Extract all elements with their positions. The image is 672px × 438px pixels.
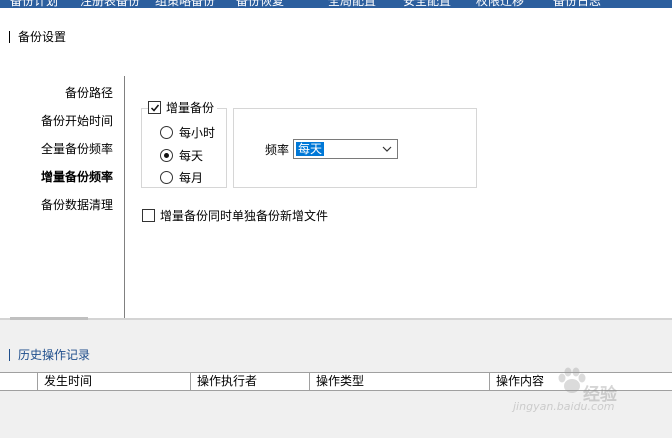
- separate-new-files-checkbox[interactable]: 增量备份同时单独备份新增文件: [142, 207, 328, 224]
- radio-monthly-label: 每月: [179, 171, 204, 185]
- frequency-label: 频率: [265, 143, 290, 157]
- radio-unselected-icon: [160, 126, 173, 139]
- history-header: 历史操作记录: [9, 346, 90, 363]
- radio-monthly[interactable]: 每月: [160, 169, 203, 186]
- menu-item-backup-start-time[interactable]: 备份开始时间: [41, 112, 113, 129]
- incremental-backup-label: 增量备份: [166, 101, 215, 115]
- menu-item-backup-data-cleanup[interactable]: 备份数据清理: [41, 196, 113, 213]
- radio-daily-label: 每天: [179, 149, 204, 163]
- nav-group-policy-backup[interactable]: 组策略备份: [155, 0, 215, 8]
- column-header-operator[interactable]: 操作执行者: [190, 373, 309, 390]
- radio-selected-icon: [160, 149, 173, 162]
- radio-hourly-label: 每小时: [179, 126, 216, 140]
- chevron-down-icon: [382, 146, 392, 152]
- menu-item-full-backup-frequency[interactable]: 全量备份频率: [41, 140, 113, 157]
- checkbox-checked-icon: [148, 101, 161, 114]
- nav-global-config[interactable]: 全局配置: [328, 0, 376, 8]
- top-nav-bar: 备份计划 注册表备份 组策略备份 备份恢复 全局配置 安全配置 权限迁移 备份日…: [0, 0, 672, 8]
- radio-daily[interactable]: 每天: [160, 147, 203, 164]
- frequency-selected-value: 每天: [296, 142, 325, 156]
- history-title: 历史操作记录: [18, 348, 91, 362]
- separate-new-files-label: 增量备份同时单独备份新增文件: [160, 209, 329, 223]
- nav-security-config[interactable]: 安全配置: [403, 0, 451, 8]
- menu-item-incremental-backup-frequency[interactable]: 增量备份频率: [41, 168, 113, 185]
- section-marker: [9, 348, 10, 361]
- watermark: 经验 jingyan.baidu.com: [513, 362, 637, 414]
- column-header-time[interactable]: 发生时间: [37, 373, 190, 390]
- checkbox-unchecked-icon: [142, 209, 155, 222]
- watermark-url: jingyan.baidu.com: [513, 400, 615, 413]
- radio-unselected-icon: [160, 171, 173, 184]
- menu-item-backup-path[interactable]: 备份路径: [65, 84, 113, 101]
- section-marker: [9, 30, 10, 43]
- radio-hourly[interactable]: 每小时: [160, 124, 215, 141]
- splitter-handle[interactable]: [10, 317, 88, 320]
- menu-divider: [124, 76, 125, 318]
- nav-backup-log[interactable]: 备份日志: [553, 0, 601, 8]
- backup-settings-title: 备份设置: [18, 30, 67, 44]
- frequency-dropdown[interactable]: 每天: [293, 139, 398, 159]
- nav-backup-plan[interactable]: 备份计划: [10, 0, 58, 8]
- nav-permission-migration[interactable]: 权限迁移: [476, 0, 524, 8]
- column-header-operation-type[interactable]: 操作类型: [309, 373, 489, 390]
- nav-registry-backup[interactable]: 注册表备份: [80, 0, 140, 8]
- incremental-backup-checkbox[interactable]: 增量备份: [148, 99, 218, 116]
- backup-settings-header: 备份设置: [9, 28, 66, 45]
- nav-backup-restore[interactable]: 备份恢复: [236, 0, 284, 8]
